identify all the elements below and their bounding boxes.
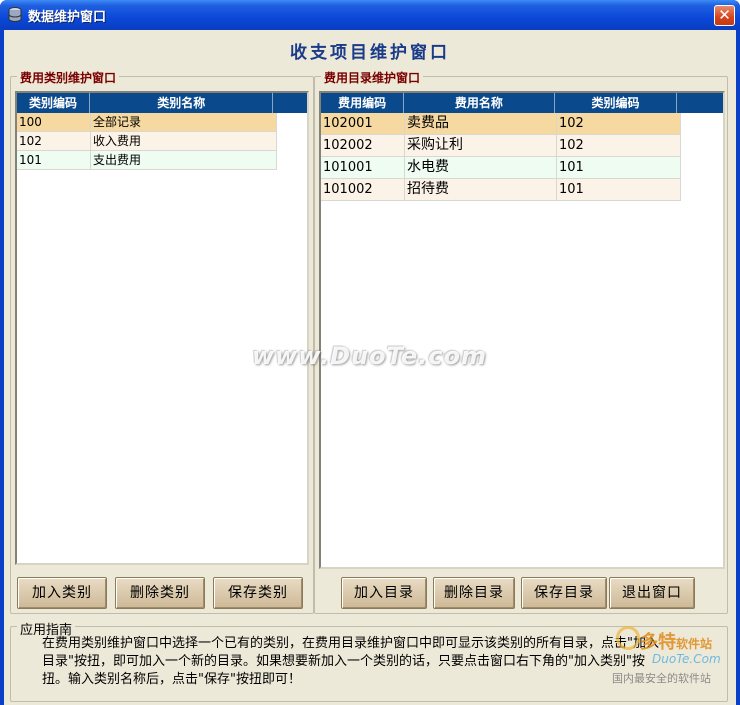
- logo-slogan: 国内最安全的软件站: [612, 672, 711, 685]
- category-group-label: 费用类别维护窗口: [17, 69, 120, 86]
- item-code-cell: 101002: [321, 179, 405, 200]
- column-header-category-code[interactable]: 类别编码: [17, 93, 90, 113]
- item-name-cell: 水电费: [405, 157, 557, 178]
- column-header-item-name[interactable]: 费用名称: [404, 93, 555, 113]
- logo-circle-icon: [616, 626, 640, 650]
- page-title: 收支项目维护窗口: [290, 43, 450, 63]
- category-code-cell: 100: [17, 113, 91, 131]
- item-code-cell: 102002: [321, 135, 405, 156]
- delete-item-button[interactable]: 删除目录: [433, 577, 515, 609]
- item-code-cell: 101001: [321, 157, 405, 178]
- database-icon: [8, 7, 22, 22]
- category-grid-header: 类别编码 类别名称: [17, 93, 307, 113]
- item-name-cell: 采购让利: [405, 135, 557, 156]
- item-category-cell: 101: [557, 157, 681, 178]
- corner-logo: 多特软件站 DuoTe.Com 国内最安全的软件站: [604, 626, 734, 686]
- save-category-button[interactable]: 保存类别: [213, 577, 303, 609]
- category-grid[interactable]: 类别编码 类别名称 100 全部记录 102 收入费用 101 支出费用: [15, 91, 309, 565]
- save-item-button[interactable]: 保存目录: [521, 577, 607, 609]
- table-row[interactable]: 101001 水电费 101: [321, 157, 681, 179]
- category-name-cell: 支出费用: [91, 151, 277, 169]
- column-header-category-name[interactable]: 类别名称: [90, 93, 274, 113]
- item-grid-header: 费用编码 费用名称 类别编码: [321, 93, 723, 113]
- table-row[interactable]: 101002 招待费 101: [321, 179, 681, 201]
- item-code-cell: 102001: [321, 113, 405, 134]
- title-bar[interactable]: 数据维护窗口 ✕: [0, 0, 740, 30]
- category-name-cell: 收入费用: [91, 132, 277, 150]
- item-grid-body: 102001 卖费品 102 102002 采购让利 102 101001 水电…: [321, 113, 681, 201]
- watermark: www.DuoTe.com: [252, 342, 487, 370]
- item-group-label: 费用目录维护窗口: [321, 69, 424, 86]
- logo-site: DuoTe.Com: [652, 652, 721, 666]
- logo-brand-text: 多特: [640, 632, 676, 653]
- table-row[interactable]: 101 支出费用: [17, 151, 277, 170]
- guide-text: 在费用类别维护窗口中选择一个已有的类别，在费用目录维护窗口中即可显示该类别的所有…: [42, 636, 659, 687]
- column-header-item-code[interactable]: 费用编码: [321, 93, 405, 113]
- table-row[interactable]: 100 全部记录: [17, 113, 277, 132]
- category-code-cell: 101: [17, 151, 91, 169]
- app-window: 数据维护窗口 ✕ 收支项目维护窗口 费用类别维护窗口 类别编码 类别名称 100…: [0, 0, 740, 705]
- logo-suffix: 软件站: [676, 637, 713, 651]
- window-title: 数据维护窗口: [28, 10, 107, 25]
- column-header-item-category[interactable]: 类别编码: [555, 93, 678, 113]
- column-header-spacer: [273, 93, 307, 113]
- column-header-spacer: [677, 93, 723, 113]
- category-code-cell: 102: [17, 132, 91, 150]
- category-name-cell: 全部记录: [91, 113, 277, 131]
- item-grid[interactable]: 费用编码 费用名称 类别编码 102001 卖费品 102 102002 采购让…: [319, 91, 725, 569]
- table-row[interactable]: 102002 采购让利 102: [321, 135, 681, 157]
- item-category-cell: 102: [557, 135, 681, 156]
- close-button[interactable]: ✕: [714, 5, 735, 26]
- client-area: 收支项目维护窗口 费用类别维护窗口 类别编码 类别名称 100 全部记录 102: [4, 30, 736, 705]
- exit-window-button[interactable]: 退出窗口: [609, 577, 695, 609]
- category-grid-body: 100 全部记录 102 收入费用 101 支出费用: [17, 113, 277, 170]
- table-row[interactable]: 102 收入费用: [17, 132, 277, 151]
- table-row[interactable]: 102001 卖费品 102: [321, 113, 681, 135]
- item-category-cell: 101: [557, 179, 681, 200]
- logo-brand: 多特软件站: [640, 628, 712, 654]
- delete-category-button[interactable]: 删除类别: [115, 577, 205, 609]
- item-name-cell: 卖费品: [405, 113, 557, 134]
- add-category-button[interactable]: 加入类别: [17, 577, 107, 609]
- item-category-cell: 102: [557, 113, 681, 134]
- add-item-button[interactable]: 加入目录: [341, 577, 427, 609]
- item-name-cell: 招待费: [405, 179, 557, 200]
